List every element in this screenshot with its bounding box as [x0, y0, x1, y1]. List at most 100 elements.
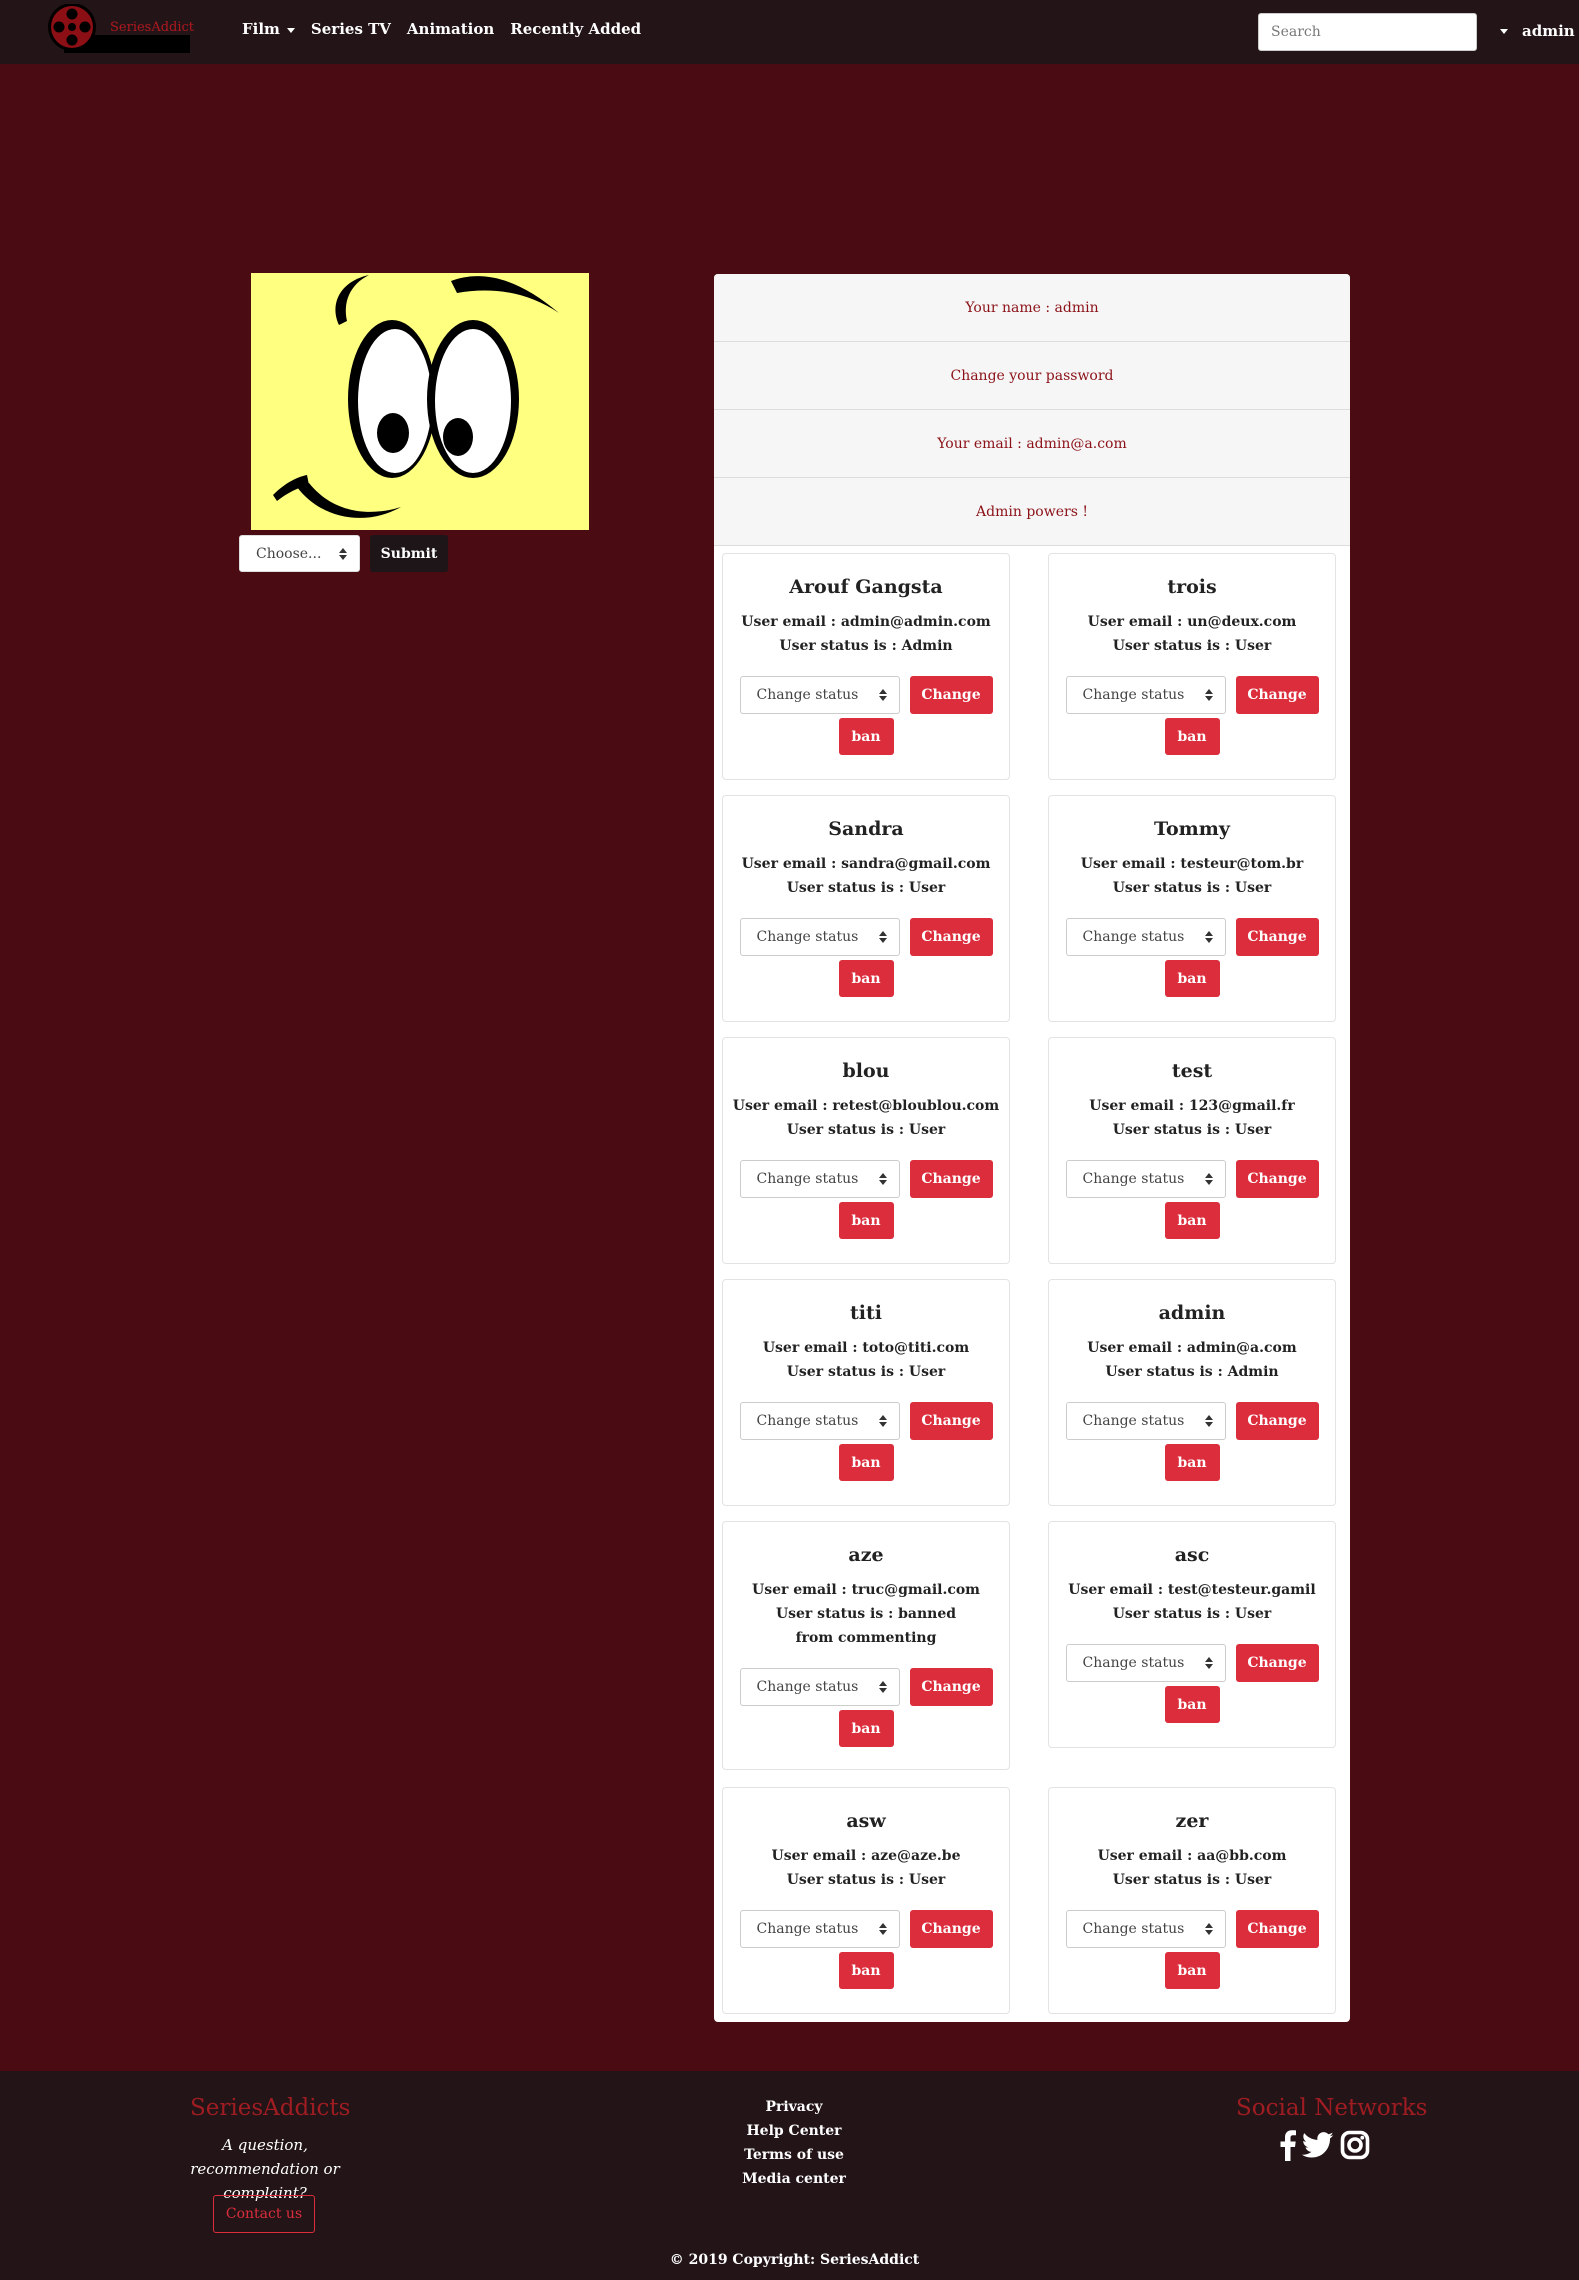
change-status-select[interactable]: Change status [1065, 918, 1226, 956]
profile-name: Your name : admin [965, 299, 1099, 316]
user-status: User status is : User [1112, 638, 1272, 654]
sort-arrows-icon [878, 931, 887, 943]
footer: SeriesAddicts A question, recommendation… [0, 2071, 1579, 2280]
chevron-down-icon [1500, 28, 1508, 34]
change-status-select[interactable]: Change status [1065, 1402, 1226, 1440]
admin-powers-row: Admin powers ! [714, 478, 1350, 546]
user-email: User email : retest@bloublou.com [732, 1098, 1000, 1114]
change-status-button[interactable]: Change [909, 918, 993, 956]
avatar-submit-button[interactable]: Submit [370, 535, 448, 572]
footer-link-help-center[interactable]: Help Center [694, 2119, 894, 2143]
user-name: trois [1167, 576, 1217, 598]
change-status-label: Change status [1082, 1171, 1185, 1187]
sort-arrows-icon [1204, 931, 1213, 943]
change-status-button[interactable]: Change [909, 1402, 993, 1440]
copyright: © 2019 Copyright: SeriesAddict [669, 2252, 920, 2268]
user-email: User email : truc@gmail.com [752, 1582, 980, 1598]
user-controls: Change status Change [1049, 1402, 1335, 1440]
user-controls: Change status Change [1049, 676, 1335, 714]
user-email: User email : testeur@tom.br [1080, 856, 1304, 872]
change-status-select[interactable]: Change status [1065, 676, 1226, 714]
change-status-button[interactable]: Change [909, 1910, 993, 1948]
user-name: asc [1174, 1544, 1210, 1566]
change-status-select[interactable]: Change status [739, 1668, 900, 1706]
change-status-button[interactable]: Change [1235, 1160, 1319, 1198]
user-status: User status is : User [786, 1122, 946, 1138]
user-controls: Change status Change [723, 1668, 1009, 1706]
user-name: admin [1158, 1302, 1226, 1324]
user-name: asw [846, 1810, 886, 1832]
user-card-blou: blou User email : retest@bloublou.com Us… [722, 1037, 1010, 1264]
footer-link-terms[interactable]: Terms of use [694, 2143, 894, 2167]
ban-button[interactable]: ban [1164, 1444, 1220, 1481]
sort-arrows-icon [878, 1415, 887, 1427]
user-status: User status is : User [1112, 1122, 1272, 1138]
ban-button[interactable]: ban [1164, 1952, 1220, 1989]
sort-arrows-icon [1204, 1173, 1213, 1185]
logo[interactable]: SeriesAddict [44, 3, 194, 56]
avatar-select-label: Choose... [256, 546, 322, 562]
change-status-button[interactable]: Change [909, 1160, 993, 1198]
user-card-titi: titi User email : toto@titi.com User sta… [722, 1279, 1010, 1506]
ban-button[interactable]: ban [1164, 960, 1220, 997]
user-menu[interactable]: admin [1500, 22, 1575, 40]
user-card-admin: admin User email : admin@a.com User stat… [1048, 1279, 1336, 1506]
change-password-link[interactable]: Change your password [950, 368, 1113, 384]
change-password-row[interactable]: Change your password [714, 342, 1350, 410]
chevron-down-icon [286, 27, 295, 33]
ban-button[interactable]: ban [1164, 718, 1220, 755]
ban-button[interactable]: ban [838, 960, 894, 997]
change-status-label: Change status [1082, 929, 1185, 945]
ban-button[interactable]: ban [838, 1444, 894, 1481]
change-status-select[interactable]: Change status [739, 918, 900, 956]
change-status-select[interactable]: Change status [739, 1910, 900, 1948]
change-status-button[interactable]: Change [1235, 1910, 1319, 1948]
change-status-label: Change status [1082, 1413, 1185, 1429]
change-status-button[interactable]: Change [909, 1668, 993, 1706]
ban-button[interactable]: ban [838, 1710, 894, 1747]
user-card-arouf-gangsta: Arouf Gangsta User email : admin@admin.c… [722, 553, 1010, 780]
footer-link-privacy[interactable]: Privacy [694, 2095, 894, 2119]
ban-button[interactable]: ban [1164, 1202, 1220, 1239]
ban-button[interactable]: ban [838, 1202, 894, 1239]
footer-link-media-center[interactable]: Media center [694, 2167, 894, 2191]
user-name: Tommy [1154, 818, 1230, 840]
user-email: User email : un@deux.com [1087, 614, 1297, 630]
user-controls: Change status Change [723, 1160, 1009, 1198]
change-status-label: Change status [756, 1921, 859, 1937]
user-name: zer [1175, 1810, 1209, 1832]
change-status-button[interactable]: Change [1235, 1402, 1319, 1440]
instagram-icon[interactable] [1340, 2129, 1370, 2161]
avatar-select[interactable]: Choose... [239, 535, 360, 572]
nav-animation[interactable]: Animation [407, 20, 494, 38]
search-input[interactable] [1258, 13, 1477, 51]
profile-email-row: Your email : admin@a.com [714, 410, 1350, 478]
user-controls: Change status Change [1049, 1160, 1335, 1198]
change-status-select[interactable]: Change status [1065, 1644, 1226, 1682]
user-name: aze [848, 1544, 884, 1566]
user-status: User status is : banned from commenting [775, 1606, 957, 1646]
user-email: User email : aze@aze.be [771, 1848, 961, 1864]
nav-film[interactable]: Film [242, 20, 295, 38]
change-status-button[interactable]: Change [1235, 1644, 1319, 1682]
change-status-select[interactable]: Change status [1065, 1910, 1226, 1948]
twitter-icon[interactable] [1302, 2129, 1334, 2161]
change-status-select[interactable]: Change status [739, 1160, 900, 1198]
change-status-button[interactable]: Change [909, 676, 993, 714]
ban-button[interactable]: ban [838, 718, 894, 755]
sort-arrows-icon [878, 689, 887, 701]
contact-us-button[interactable]: Contact us [213, 2195, 315, 2233]
change-status-select[interactable]: Change status [739, 1402, 900, 1440]
nav-recently-added[interactable]: Recently Added [510, 20, 641, 38]
change-status-select[interactable]: Change status [1065, 1160, 1226, 1198]
sort-arrows-icon [878, 1173, 887, 1185]
user-status: User status is : User [786, 1872, 946, 1888]
change-status-select[interactable]: Change status [739, 676, 900, 714]
change-status-button[interactable]: Change [1235, 676, 1319, 714]
ban-button[interactable]: ban [838, 1952, 894, 1989]
facebook-icon[interactable] [1280, 2129, 1296, 2161]
ban-button[interactable]: ban [1164, 1686, 1220, 1723]
user-status: User status is : User [1112, 1606, 1272, 1622]
change-status-button[interactable]: Change [1235, 918, 1319, 956]
nav-series-tv[interactable]: Series TV [311, 20, 391, 38]
